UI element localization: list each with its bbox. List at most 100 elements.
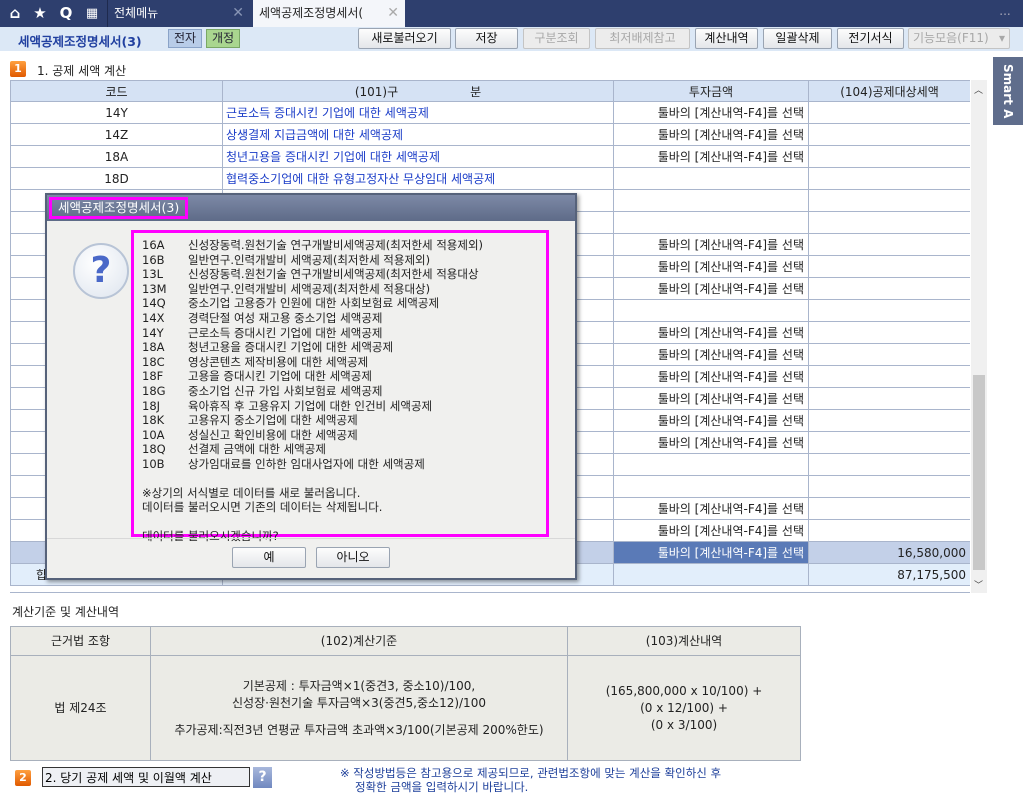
row-deduction[interactable] (808, 299, 970, 322)
row-investment[interactable] (613, 167, 809, 190)
row-deduction[interactable] (808, 519, 970, 542)
row-deduction[interactable] (808, 189, 970, 212)
table-row[interactable]: 18D 협력중소기업에 대한 유형고정자산 무상임대 세액공제 (10, 167, 970, 190)
row-investment[interactable]: 툴바의 [계산내역-F4]를 선택 (613, 321, 809, 344)
calc-detail-button[interactable]: 계산내역 (695, 28, 758, 49)
more-tabs-button[interactable]: ... (990, 4, 1020, 18)
row-deduction[interactable] (808, 101, 970, 124)
row-code[interactable]: 18A (10, 145, 223, 168)
no-button[interactable]: 아니오 (316, 547, 390, 568)
row-deduction[interactable] (808, 343, 970, 366)
row-category[interactable]: 협력중소기업에 대한 유형고정자산 무상임대 세액공제 (222, 167, 614, 190)
row-category[interactable]: 청년고용을 증대시킨 기업에 대한 세액공제 (222, 145, 614, 168)
scroll-thumb[interactable] (973, 375, 985, 570)
scroll-down-icon[interactable]: ﹀ (974, 578, 983, 591)
row-deduction[interactable] (808, 475, 970, 498)
home-icon[interactable]: ⌂ (3, 0, 27, 27)
reload-button[interactable]: 새로불러오기 (358, 28, 451, 49)
basis-line: 기본공제 : 투자금액×1(중견3, 중소10)/100, (242, 678, 476, 693)
row-investment[interactable]: 툴바의 [계산내역-F4]를 선택 (613, 255, 809, 278)
min-tax-reference-button[interactable]: 최저배제참고 (595, 28, 690, 49)
row-investment[interactable]: 툴바의 [계산내역-F4]를 선택 (613, 101, 809, 124)
row-investment[interactable] (613, 189, 809, 212)
tab-all-menu[interactable]: 전체메뉴 ✕ (107, 0, 250, 27)
table-row[interactable]: 14Z 상생결제 지급금액에 대한 세액공제 툴바의 [계산내역-F4]를 선택 (10, 123, 970, 146)
row-investment[interactable]: 툴바의 [계산내역-F4]를 선택 (613, 519, 809, 542)
star-icon[interactable]: ★ (28, 0, 52, 27)
basis-line: 추가공제:직전3년 연평균 투자금액 초과액×3/100(기본공제 200%한도… (174, 722, 544, 737)
row-deduction[interactable] (808, 497, 970, 520)
scroll-up-icon[interactable]: ︿ (974, 83, 983, 96)
row-category[interactable]: 상생결제 지급금액에 대한 세액공제 (222, 123, 614, 146)
row-investment[interactable]: 툴바의 [계산내역-F4]를 선택 (613, 365, 809, 388)
row-investment[interactable]: 툴바의 [계산내역-F4]를 선택 (613, 123, 809, 146)
section-2-select[interactable] (42, 767, 250, 787)
function-menu-button[interactable]: 기능모음(F11) ▾ (908, 28, 1010, 49)
row-investment[interactable] (613, 453, 809, 476)
row-category[interactable]: 근로소득 증대시킨 기업에 대한 세액공제 (222, 101, 614, 124)
row-deduction[interactable] (808, 387, 970, 410)
table-row[interactable]: 14Y 근로소득 증대시킨 기업에 대한 세액공제 툴바의 [계산내역-F4]를 선… (10, 101, 970, 124)
row-deduction[interactable]: 16,580,000 (808, 541, 970, 564)
help-button[interactable]: ? (253, 767, 272, 788)
col-header-code: 코드 (10, 80, 223, 102)
close-icon[interactable]: ✕ (232, 0, 244, 27)
grid-scrollbar[interactable]: ︿ ﹀ (971, 80, 987, 593)
row-investment[interactable]: 툴바의 [계산내역-F4]를 선택 (613, 387, 809, 410)
save-button[interactable]: 저장 (455, 28, 518, 49)
row-investment[interactable]: 툴바의 [계산내역-F4]를 선택 (613, 431, 809, 454)
category-lookup-button[interactable]: 구분조회 (523, 28, 590, 49)
row-investment[interactable]: 툴바의 [계산내역-F4]를 선택 (613, 497, 809, 520)
row-investment[interactable] (613, 475, 809, 498)
tab-active-form[interactable]: 세액공제조정명세서(✕ (253, 0, 405, 27)
row-deduction[interactable] (808, 365, 970, 388)
section-2-badge: 2 (15, 770, 31, 786)
row-deduction[interactable] (808, 453, 970, 476)
delete-all-button[interactable]: 일괄삭제 (763, 28, 832, 49)
electronic-badge[interactable]: 전자 (168, 29, 202, 48)
row-deduction[interactable] (808, 255, 970, 278)
row-deduction[interactable] (808, 431, 970, 454)
smart-panel-tab[interactable]: Smart A (993, 57, 1023, 125)
dialog-item: 16B 일반연구.인력개발비 세액공제(최저한세 적용제외) (142, 253, 538, 268)
row-deduction[interactable] (808, 409, 970, 432)
prior-form-button[interactable]: 전기서식 (837, 28, 904, 49)
grid-icon[interactable]: ▦ (80, 0, 104, 27)
function-menu-label: 기능모음(F11) (913, 31, 989, 45)
row-deduction[interactable] (808, 167, 970, 190)
row-investment[interactable]: 툴바의 [계산내역-F4]를 선택 (613, 343, 809, 366)
row-investment[interactable] (613, 299, 809, 322)
section-1-title: 1. 공제 세액 계산 (37, 64, 127, 78)
yes-button[interactable]: 예 (232, 547, 306, 568)
table-row[interactable]: 18A 청년고용을 증대시킨 기업에 대한 세액공제 툴바의 [계산내역-F4]를 … (10, 145, 970, 168)
row-code[interactable]: 14Z (10, 123, 223, 146)
row-deduction[interactable] (808, 145, 970, 168)
calc-header-basis: (102)계산기준 (150, 626, 568, 656)
item-code: 18F (142, 369, 164, 384)
row-investment[interactable]: 툴바의 [계산내역-F4]를 선택 (613, 541, 809, 564)
row-investment[interactable]: 툴바의 [계산내역-F4]를 선택 (613, 145, 809, 168)
item-code: 10A (142, 427, 165, 442)
detail-line: (0 x 12/100) + (640, 700, 728, 715)
row-investment[interactable]: 툴바의 [계산내역-F4]를 선택 (613, 409, 809, 432)
row-investment[interactable]: 툴바의 [계산내역-F4]를 선택 (613, 277, 809, 300)
row-code[interactable]: 14Y (10, 101, 223, 124)
row-deduction[interactable] (808, 321, 970, 344)
item-code: 18G (142, 383, 166, 398)
row-deduction[interactable] (808, 277, 970, 300)
item-name: 신성장동력.원천기술 연구개발비세액공제(최저한세 적용대상 (188, 267, 479, 282)
close-icon[interactable]: ✕ (387, 0, 399, 27)
dialog-question: 데이터를 불러오시겠습니까? (142, 528, 279, 543)
row-code[interactable]: 18D (10, 167, 223, 190)
dialog-item: 14Q 중소기업 고용증가 인원에 대한 사회보험료 세액공제 (142, 296, 538, 311)
row-investment[interactable] (613, 211, 809, 234)
search-q-icon[interactable]: Q (54, 0, 78, 27)
item-name: 일반연구.인력개발비 세액공제(최저한세 적용제외) (188, 252, 431, 267)
dialog-notice: 데이터를 불러오시면 기존의 데이터는 삭제됩니다. (142, 500, 383, 515)
row-deduction[interactable] (808, 211, 970, 234)
revised-badge[interactable]: 개정 (206, 29, 240, 48)
row-deduction[interactable] (808, 123, 970, 146)
dialog-item: 13L 신성장동력.원천기술 연구개발비세액공제(최저한세 적용대상 (142, 267, 538, 282)
row-investment[interactable]: 툴바의 [계산내역-F4]를 선택 (613, 233, 809, 256)
row-deduction[interactable] (808, 233, 970, 256)
